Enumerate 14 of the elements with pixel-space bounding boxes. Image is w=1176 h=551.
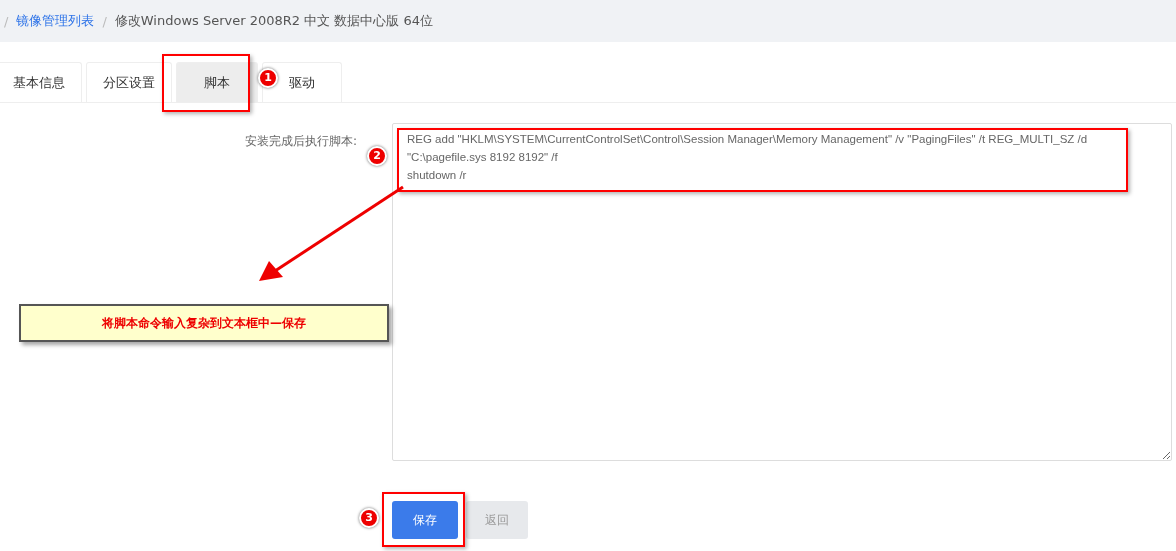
tab[interactable]: 基本信息 xyxy=(0,62,82,102)
callout-note: 将脚本命令输入复杂到文本框中—保存 xyxy=(19,304,389,342)
step-badge: 3 xyxy=(359,508,379,528)
script-textarea[interactable]: REG add "HKLM\SYSTEM\CurrentControlSet\Control\Session Manager\Memory Management" /v "PagingFiles" /t REG_MULTI_SZ /d "C:\pagefile.sys 8192 8192" /f shutdown /r xyxy=(392,123,1172,461)
breadcrumb-current: 修改Windows Server 2008R2 中文 数据中心版 64位 xyxy=(114,12,434,30)
breadcrumb-separator: / xyxy=(4,13,9,29)
tab[interactable]: 分区设置 xyxy=(86,62,172,102)
save-button[interactable]: 保存 xyxy=(392,501,458,539)
step-badge: 1 xyxy=(258,68,278,88)
field-label: 安装完成后执行脚本: xyxy=(243,133,358,150)
breadcrumb-separator: / xyxy=(102,13,107,29)
step-badge: 2 xyxy=(367,146,387,166)
tab[interactable]: 脚本 xyxy=(176,62,258,102)
breadcrumb-link[interactable]: 镜像管理列表 xyxy=(16,12,95,30)
